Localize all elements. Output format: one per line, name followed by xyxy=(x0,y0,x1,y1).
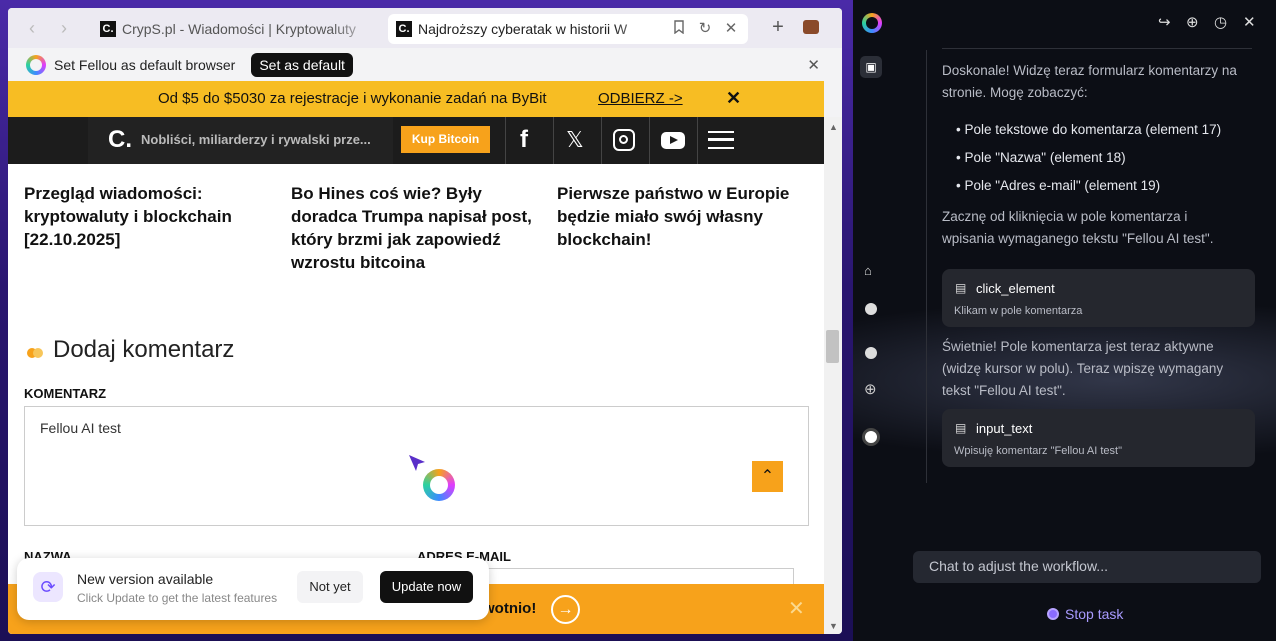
x-twitter-icon[interactable]: 𝕏 xyxy=(566,127,584,153)
agent-cursor-icon xyxy=(409,455,425,471)
not-yet-button[interactable]: Not yet xyxy=(297,571,363,603)
close-banner-icon[interactable]: ✕ xyxy=(788,596,805,621)
update-subtitle: Click Update to get the latest features xyxy=(77,591,278,605)
timeline-line xyxy=(926,50,927,483)
promo-link[interactable]: ODBIERZ -> xyxy=(598,90,683,107)
default-browser-text: Set Fellou as default browser xyxy=(54,56,236,73)
tab-title: CrypS.pl - Wiadomości | Kryptowaluty xyxy=(122,21,356,37)
add-step-icon[interactable]: ⊕ xyxy=(864,380,877,398)
bookmark-icon[interactable] xyxy=(670,20,688,38)
step-dot[interactable] xyxy=(865,347,877,359)
fellou-agent-icon xyxy=(423,469,455,501)
history-icon[interactable]: ◷ xyxy=(1214,13,1227,31)
browser-window: ‹ › C. CrypS.pl - Wiadomości | Kryptowal… xyxy=(8,8,842,634)
site-logo[interactable]: C. xyxy=(108,126,132,154)
back-icon[interactable]: ‹ xyxy=(22,18,42,38)
favicon-cryps: C. xyxy=(396,21,412,37)
element-list: • Pole tekstowe do komentarza (element 1… xyxy=(956,116,1256,200)
reload-icon[interactable]: ↻ xyxy=(696,20,714,38)
close-panel-icon[interactable]: ✕ xyxy=(1243,13,1256,31)
promo-text: Od $5 do $5030 za rejestracje i wykonani… xyxy=(158,90,547,107)
close-tab-icon[interactable]: ✕ xyxy=(722,20,740,38)
fellou-logo-icon xyxy=(26,54,46,75)
new-chat-icon[interactable]: ⊕ xyxy=(1186,13,1199,31)
tool-call-card[interactable]: ▤ click_element Klikam w pole komentarza xyxy=(942,269,1255,327)
assistant-message: Zacznę od kliknięcia w pole komentarza i… xyxy=(942,209,1214,246)
tab-active-article[interactable]: C. Najdroższy cyberatak w historii W ↻ ✕ xyxy=(388,14,748,44)
update-now-button[interactable]: Update now xyxy=(380,571,473,603)
scroll-up-icon[interactable]: ▲ xyxy=(829,122,838,132)
new-tab-icon[interactable]: + xyxy=(768,16,788,40)
scrollbar-thumb[interactable] xyxy=(826,330,839,363)
list-item: • Pole "Adres e-mail" (element 19) xyxy=(956,178,1161,193)
hamburger-menu-icon[interactable] xyxy=(708,131,734,149)
close-promo-icon[interactable]: ✕ xyxy=(726,88,741,109)
comment-label: KOMENTARZ xyxy=(24,386,107,401)
comment-textarea[interactable]: Fellou AI test ⌃ xyxy=(24,406,809,526)
tool-name: input_text xyxy=(976,421,1033,436)
tab-bar: ‹ › C. CrypS.pl - Wiadomości | Kryptowal… xyxy=(8,8,842,48)
article-link[interactable]: Przegląd wiadomości: kryptowaluty i bloc… xyxy=(24,182,264,251)
tool-icon: ▤ xyxy=(955,281,967,295)
share-icon[interactable]: ↪ xyxy=(1158,13,1171,31)
chat-placeholder: Chat to adjust the workflow... xyxy=(929,558,1108,574)
refresh-icon: ⟳ xyxy=(33,572,63,602)
update-toast: ⟳ New version available Click Update to … xyxy=(17,558,489,620)
tool-call-card[interactable]: ▤ input_text Wpisuję komentarz "Fellou A… xyxy=(942,409,1255,467)
list-item: • Pole "Nazwa" (element 18) xyxy=(956,150,1126,165)
default-browser-bar: Set Fellou as default browser Set as def… xyxy=(8,48,842,81)
list-item: • Pole tekstowe do komentarza (element 1… xyxy=(956,122,1222,137)
stop-task-label: Stop task xyxy=(1065,606,1124,622)
article-link[interactable]: Bo Hines coś wie? Były doradca Trumpa na… xyxy=(291,182,546,274)
forward-icon[interactable]: › xyxy=(54,18,74,38)
scroll-to-top-button[interactable]: ⌃ xyxy=(752,461,783,492)
tool-icon: ▤ xyxy=(955,421,967,435)
current-step-dot[interactable] xyxy=(862,428,880,446)
assistant-message: Świetnie! Pole komentarza jest teraz akt… xyxy=(942,339,1224,398)
tab-cryps-home[interactable]: C. CrypS.pl - Wiadomości | Kryptowaluty xyxy=(92,14,382,44)
tool-description: Klikam w pole komentarza xyxy=(954,305,1083,317)
promo-bar: Od $5 do $5030 za rejestracje i wykonani… xyxy=(8,81,824,117)
chat-input[interactable]: Chat to adjust the workflow... xyxy=(913,551,1261,583)
home-icon[interactable]: ⌂ xyxy=(864,263,872,278)
briefcase-icon[interactable] xyxy=(803,20,819,34)
step-dot[interactable] xyxy=(865,303,877,315)
facebook-icon[interactable]: f xyxy=(520,126,528,154)
buy-bitcoin-button[interactable]: Kup Bitcoin xyxy=(401,126,490,153)
stop-icon xyxy=(1047,608,1059,620)
page-scrollbar[interactable]: ▲ ▼ xyxy=(824,117,842,634)
stop-task-button[interactable]: Stop task xyxy=(1047,604,1123,624)
instagram-icon[interactable] xyxy=(613,129,635,151)
tab-title: Najdroższy cyberatak w historii W xyxy=(418,21,628,37)
update-title: New version available xyxy=(77,571,214,587)
fellou-logo-icon[interactable] xyxy=(862,13,882,33)
tool-name: click_element xyxy=(976,281,1055,296)
favicon-cryps: C. xyxy=(100,21,116,37)
close-bar-icon[interactable]: ✕ xyxy=(807,56,820,74)
assistant-message: Doskonale! Widzę teraz formularz komenta… xyxy=(942,63,1237,100)
set-as-default-button[interactable]: Set as default xyxy=(251,52,353,77)
tool-description: Wpisuję komentarz "Fellou AI test" xyxy=(954,445,1122,457)
youtube-icon[interactable] xyxy=(661,132,685,149)
news-ticker[interactable]: Nobliści, miliarderzy i rywalski prze... xyxy=(141,132,371,147)
site-header: C. Nobliści, miliarderzy i rywalski prze… xyxy=(8,117,824,164)
gift-icon[interactable]: ▣ xyxy=(860,56,882,78)
scroll-down-icon[interactable]: ▼ xyxy=(829,621,838,631)
comment-section-title: Dodaj komentarz xyxy=(53,336,235,363)
article-link[interactable]: Pierwsze państwo w Europie będzie miało … xyxy=(557,182,812,251)
arrow-right-icon[interactable]: → xyxy=(551,595,580,624)
comment-value: Fellou AI test xyxy=(40,420,121,436)
